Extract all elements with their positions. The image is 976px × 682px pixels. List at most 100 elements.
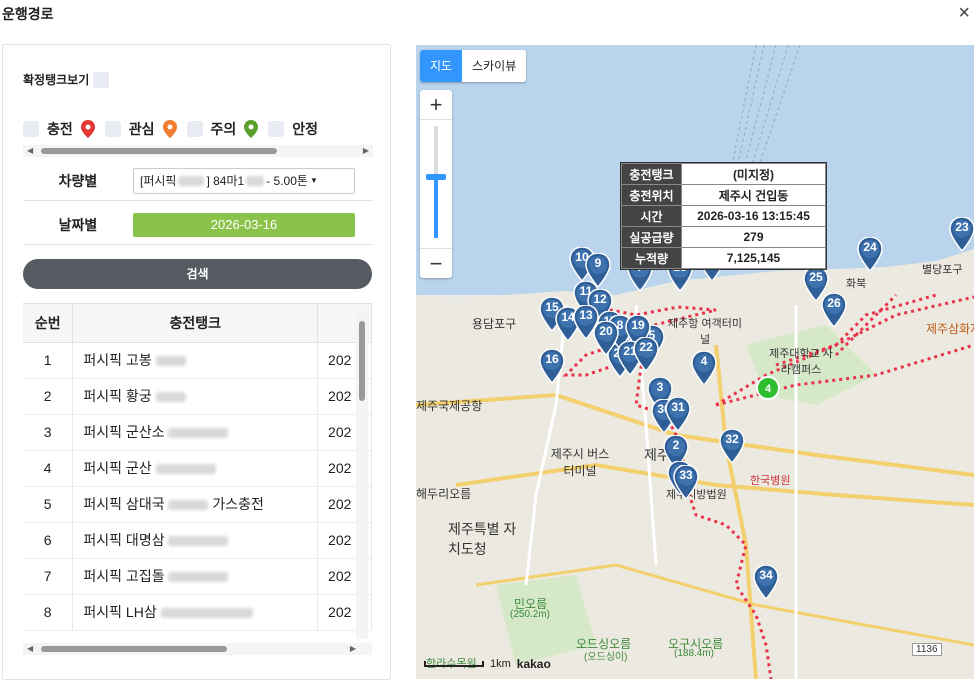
date-picker[interactable]: 2026-03-16 [133, 212, 355, 237]
blurred-text [178, 175, 205, 186]
info-value: 7,125,145 [681, 247, 826, 269]
scroll-thumb[interactable] [41, 646, 227, 652]
close-icon[interactable]: × [958, 2, 970, 25]
blurred-text [168, 536, 229, 547]
table-row[interactable]: 1 퍼시픽 고봉 202 [23, 342, 372, 379]
scroll-thumb[interactable] [41, 148, 277, 154]
red-pin-icon [80, 120, 95, 138]
route-marker[interactable]: 33 [673, 465, 699, 499]
marker-number: 4 [700, 354, 708, 368]
stable-checkbox[interactable] [268, 121, 285, 137]
tank-table: 순번 충전탱크 1 퍼시픽 고봉 202 2 퍼시픽 황궁 202 3 퍼시픽 군산소 2… [23, 303, 372, 643]
marker-number: 33 [679, 468, 693, 482]
confirm-tank-toggle[interactable]: 확정탱크보기 [23, 71, 110, 88]
map-label: 별당포구 [922, 264, 963, 276]
vehicle-select[interactable]: [퍼시픽 ] 84마1 - 5.00톤 ▼ [133, 167, 355, 194]
info-row: 시간 2026-03-16 13:15:45 [621, 205, 826, 227]
route-marker[interactable]: 20 [593, 321, 619, 355]
table-row[interactable]: 2 퍼시픽 황궁 202 [23, 378, 372, 415]
zoom-out-button[interactable]: − [420, 248, 452, 278]
confirm-tank-checkbox[interactable] [93, 71, 110, 88]
tank-name: 퍼시픽 고봉 [72, 342, 319, 379]
info-value: 279 [681, 226, 826, 248]
status-legend: 충전 관심 주의 안정 [23, 119, 373, 139]
green-pin-icon [244, 120, 259, 138]
legend-caution[interactable]: 주의 [186, 119, 259, 139]
tank-name: 퍼시픽 고집돌 [72, 558, 319, 595]
table-horizontal-scrollbar[interactable]: ◀ ▶ [23, 643, 372, 655]
search-button[interactable]: 검색 [23, 259, 372, 289]
marker-number: 2 [672, 438, 680, 452]
interest-checkbox[interactable] [104, 121, 121, 137]
legend-stable[interactable]: 안정 [268, 119, 318, 139]
blurred-text [160, 608, 253, 619]
tank-name-text: 퍼시픽 군산 [83, 460, 152, 476]
table-row[interactable]: 3 퍼시픽 군산소 202 [23, 414, 372, 451]
route-marker[interactable]: 32 [719, 429, 745, 463]
marker-number: 25 [809, 270, 823, 284]
map-scale: 1km kakao [424, 657, 551, 671]
route-marker[interactable]: 22 [633, 337, 659, 371]
route-marker[interactable]: 26 [821, 293, 847, 327]
blurred-text [246, 175, 265, 186]
legend-label: 관심 [128, 121, 155, 137]
scroll-left-icon[interactable]: ◀ [27, 643, 33, 655]
info-key: 충전탱크 [621, 163, 682, 185]
table-row[interactable]: 8 퍼시픽 LH삼 202 [23, 594, 372, 631]
route-marker[interactable]: 16 [539, 349, 565, 383]
marker-number: 32 [725, 432, 739, 446]
vehicle-suffix: - 5.00톤 [266, 174, 308, 188]
zoom-in-button[interactable]: + [420, 90, 452, 120]
legend-charge[interactable]: 충전 [23, 119, 95, 139]
vehicle-row: 차량별 [퍼시픽 ] 84마1 - 5.00톤 ▼ [23, 161, 373, 201]
blurred-text [155, 464, 216, 475]
legend-label: 안정 [292, 121, 319, 137]
table-row[interactable]: 4 퍼시픽 군산 202 [23, 450, 372, 487]
charge-checkbox[interactable] [23, 121, 39, 137]
route-marker[interactable]: 34 [753, 565, 779, 599]
info-row: 실공급량 279 [621, 226, 826, 248]
orange-pin-icon [162, 120, 177, 138]
map-label: (188.4m) [674, 648, 715, 659]
table-row[interactable]: 7 퍼시픽 고집돌 202 [23, 558, 372, 595]
table-row[interactable]: 5 퍼시픽 삼대국 가스충전 202 [23, 486, 372, 523]
row-number: 1 [23, 342, 74, 379]
scroll-left-icon[interactable]: ◀ [27, 145, 33, 157]
vehicle-prefix: [퍼시픽 [140, 174, 177, 188]
marker-number: 12 [593, 292, 607, 306]
route-marker[interactable]: 23 [949, 217, 974, 251]
map-view-button[interactable]: 지도 [420, 50, 463, 82]
marker-number: 22 [639, 340, 653, 354]
legend-scrollbar[interactable]: ◀ ▶ [23, 145, 373, 157]
chevron-down-icon: ▼ [309, 176, 318, 185]
info-row: 누적량 7,125,145 [621, 247, 826, 269]
map-label: 해두리오름 [416, 487, 472, 501]
route-marker[interactable]: 4 [691, 351, 717, 385]
map-label: (250.2m) [510, 609, 551, 620]
skyview-button[interactable]: 스카이뷰 [462, 50, 526, 82]
table-row[interactable]: 6 퍼시픽 대명삼 202 [23, 522, 372, 559]
route-map[interactable]: 4 용담포구 제주국제공항 제주시 버스터미널 제주시 해두리오름 제주특별 자… [416, 45, 974, 679]
map-label: 제주항 여객터미널 [668, 318, 742, 346]
tank-name: 퍼시픽 황궁 [72, 378, 319, 415]
marker-number: 16 [545, 352, 559, 366]
scroll-right-icon[interactable]: ▶ [350, 643, 356, 655]
tank-name-text: 퍼시픽 고집돌 [83, 568, 165, 584]
marker-number: 19 [631, 318, 645, 332]
legend-interest[interactable]: 관심 [104, 119, 177, 139]
row-number: 2 [23, 378, 74, 415]
info-value: 2026-03-16 13:15:45 [681, 205, 826, 227]
blurred-text [168, 572, 229, 583]
zoom-slider-handle[interactable] [426, 174, 446, 180]
route-marker[interactable]: 24 [857, 237, 883, 271]
caution-checkbox[interactable] [186, 121, 203, 137]
info-key: 충전위치 [621, 184, 682, 206]
scroll-thumb[interactable] [359, 321, 365, 401]
map-label: 제주시 버스터미널 [550, 447, 610, 478]
info-key: 누적량 [621, 247, 682, 269]
date-row: 날짜별 2026-03-16 [23, 205, 373, 245]
scroll-right-icon[interactable]: ▶ [363, 145, 369, 157]
table-vertical-scrollbar[interactable] [356, 307, 368, 639]
current-location-marker[interactable]: 4 [756, 376, 780, 400]
route-marker[interactable]: 31 [665, 397, 691, 431]
